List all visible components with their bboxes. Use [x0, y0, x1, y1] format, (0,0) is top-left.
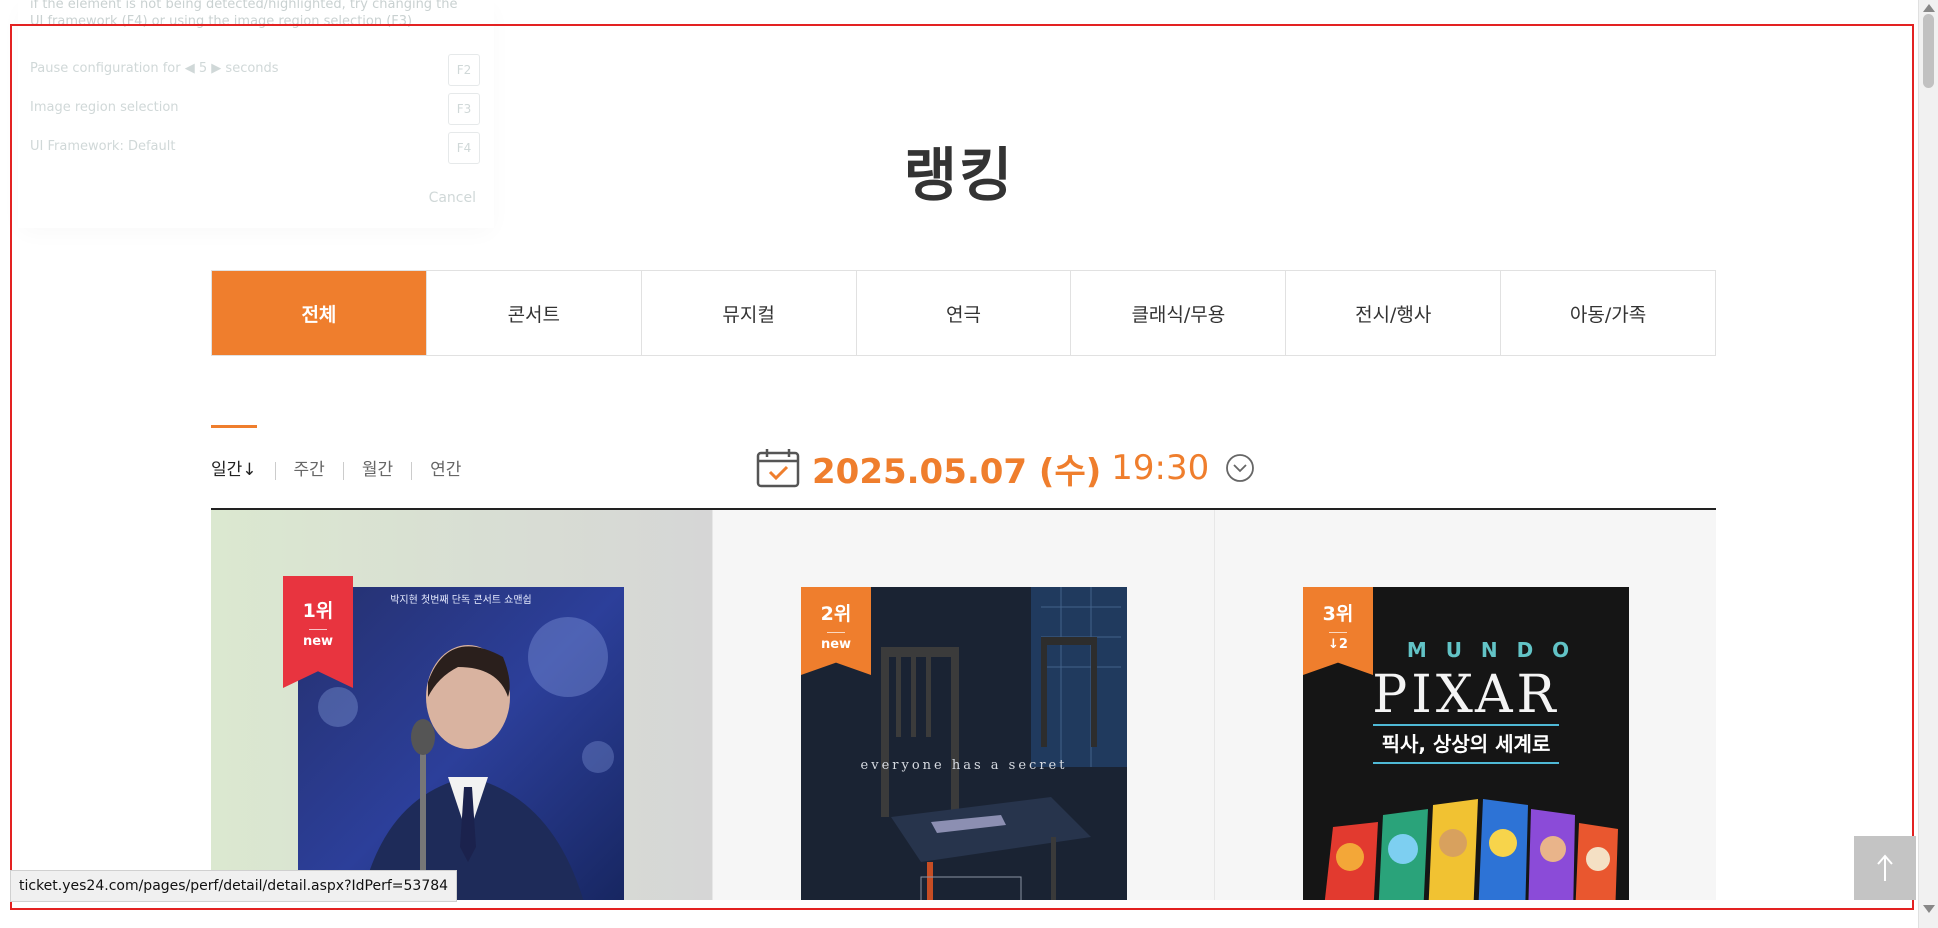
f3-key[interactable]: F3	[448, 93, 480, 125]
f4-key[interactable]: F4	[448, 132, 480, 164]
vertical-scrollbar[interactable]	[1918, 0, 1938, 928]
svg-text:박지현 첫번째 단독 콘서트 쇼맨쉽: 박지현 첫번째 단독 콘서트 쇼맨쉽	[390, 594, 532, 606]
region-selection-row[interactable]: Image region selection F3	[30, 93, 480, 125]
arrow-up-icon	[1877, 854, 1893, 881]
ranking-time: 19:30	[1111, 448, 1210, 488]
svg-text:픽사, 상상의 세계로: 픽사, 상상의 세계로	[1382, 732, 1551, 756]
rank-badge: 2위 new	[801, 587, 871, 675]
period-weekly[interactable]: 주간	[294, 455, 325, 480]
period-divider	[274, 462, 276, 480]
tab-concert[interactable]: 콘서트	[425, 271, 641, 355]
region-label: Image region selection	[30, 100, 179, 115]
rank-badge: 3위 ↓2	[1303, 587, 1373, 675]
tab-all[interactable]: 전체	[212, 271, 426, 355]
ranking-card-2[interactable]: everyone has a secret 2위 new	[713, 510, 1215, 900]
tab-musical[interactable]: 뮤지컬	[640, 271, 856, 355]
period-daily[interactable]: 일간↓	[211, 425, 257, 480]
framework-row[interactable]: UI Framework: Default F4	[30, 132, 480, 164]
scroll-up-icon[interactable]	[1923, 4, 1935, 12]
ranking-card-3[interactable]: M U N D O PIXAR 픽사, 상상의 세계로 3위 ↓2	[1215, 510, 1716, 900]
ranking-list: 1위 new 박지현 첫번째 단독 콘서트 쇼맨쉽 everyone has a…	[211, 510, 1716, 900]
scrollbar-thumb[interactable]	[1923, 14, 1934, 88]
cancel-button[interactable]: Cancel	[429, 190, 476, 206]
back-to-top-button[interactable]	[1854, 836, 1916, 900]
pause-config-row[interactable]: Pause configuration for ◀ 5 ▶ seconds F2	[30, 54, 480, 86]
calendar-check-icon	[756, 449, 800, 488]
ranking-date: 2025.05.07 (수)	[812, 451, 1102, 492]
scroll-down-icon[interactable]	[1923, 905, 1935, 913]
framework-label: UI Framework: Default	[30, 139, 176, 154]
page: if the element is not being detected/hig…	[0, 0, 1918, 928]
svg-text:M U N D O: M U N D O	[1407, 638, 1575, 662]
config-overlay: if the element is not being detected/hig…	[18, 0, 494, 228]
tab-exhibition-event[interactable]: 전시/행사	[1285, 271, 1500, 355]
link-status-bar: ticket.yes24.com/pages/perf/detail/detai…	[10, 870, 458, 902]
svg-text:PIXAR: PIXAR	[1372, 665, 1559, 725]
tab-classic-dance[interactable]: 클래식/무용	[1070, 271, 1285, 355]
config-hint-text: if the element is not being detected/hig…	[30, 0, 458, 29]
category-tabs: 전체 콘서트 뮤지컬 연극 클래식/무용 전시/행사 아동/가족	[211, 270, 1716, 356]
svg-text:everyone has a secret: everyone has a secret	[861, 758, 1068, 773]
pause-label: Pause configuration for ◀ 5 ▶ seconds	[30, 61, 279, 76]
period-selector: 일간↓ 주간 월간 연간	[211, 425, 461, 480]
ranking-card-1[interactable]: 1위 new 박지현 첫번째 단독 콘서트 쇼맨쉽	[211, 510, 713, 900]
chevron-down-circle-icon[interactable]	[1225, 453, 1255, 483]
period-divider	[342, 462, 344, 480]
date-selector[interactable]: 2025.05.07 (수) 19:30	[756, 446, 1255, 492]
tab-play[interactable]: 연극	[855, 271, 1071, 355]
period-yearly[interactable]: 연간	[430, 455, 461, 480]
f2-key[interactable]: F2	[448, 54, 480, 86]
period-monthly[interactable]: 월간	[362, 455, 393, 480]
tab-kids-family[interactable]: 아동/가족	[1500, 271, 1715, 355]
period-divider	[411, 462, 413, 480]
